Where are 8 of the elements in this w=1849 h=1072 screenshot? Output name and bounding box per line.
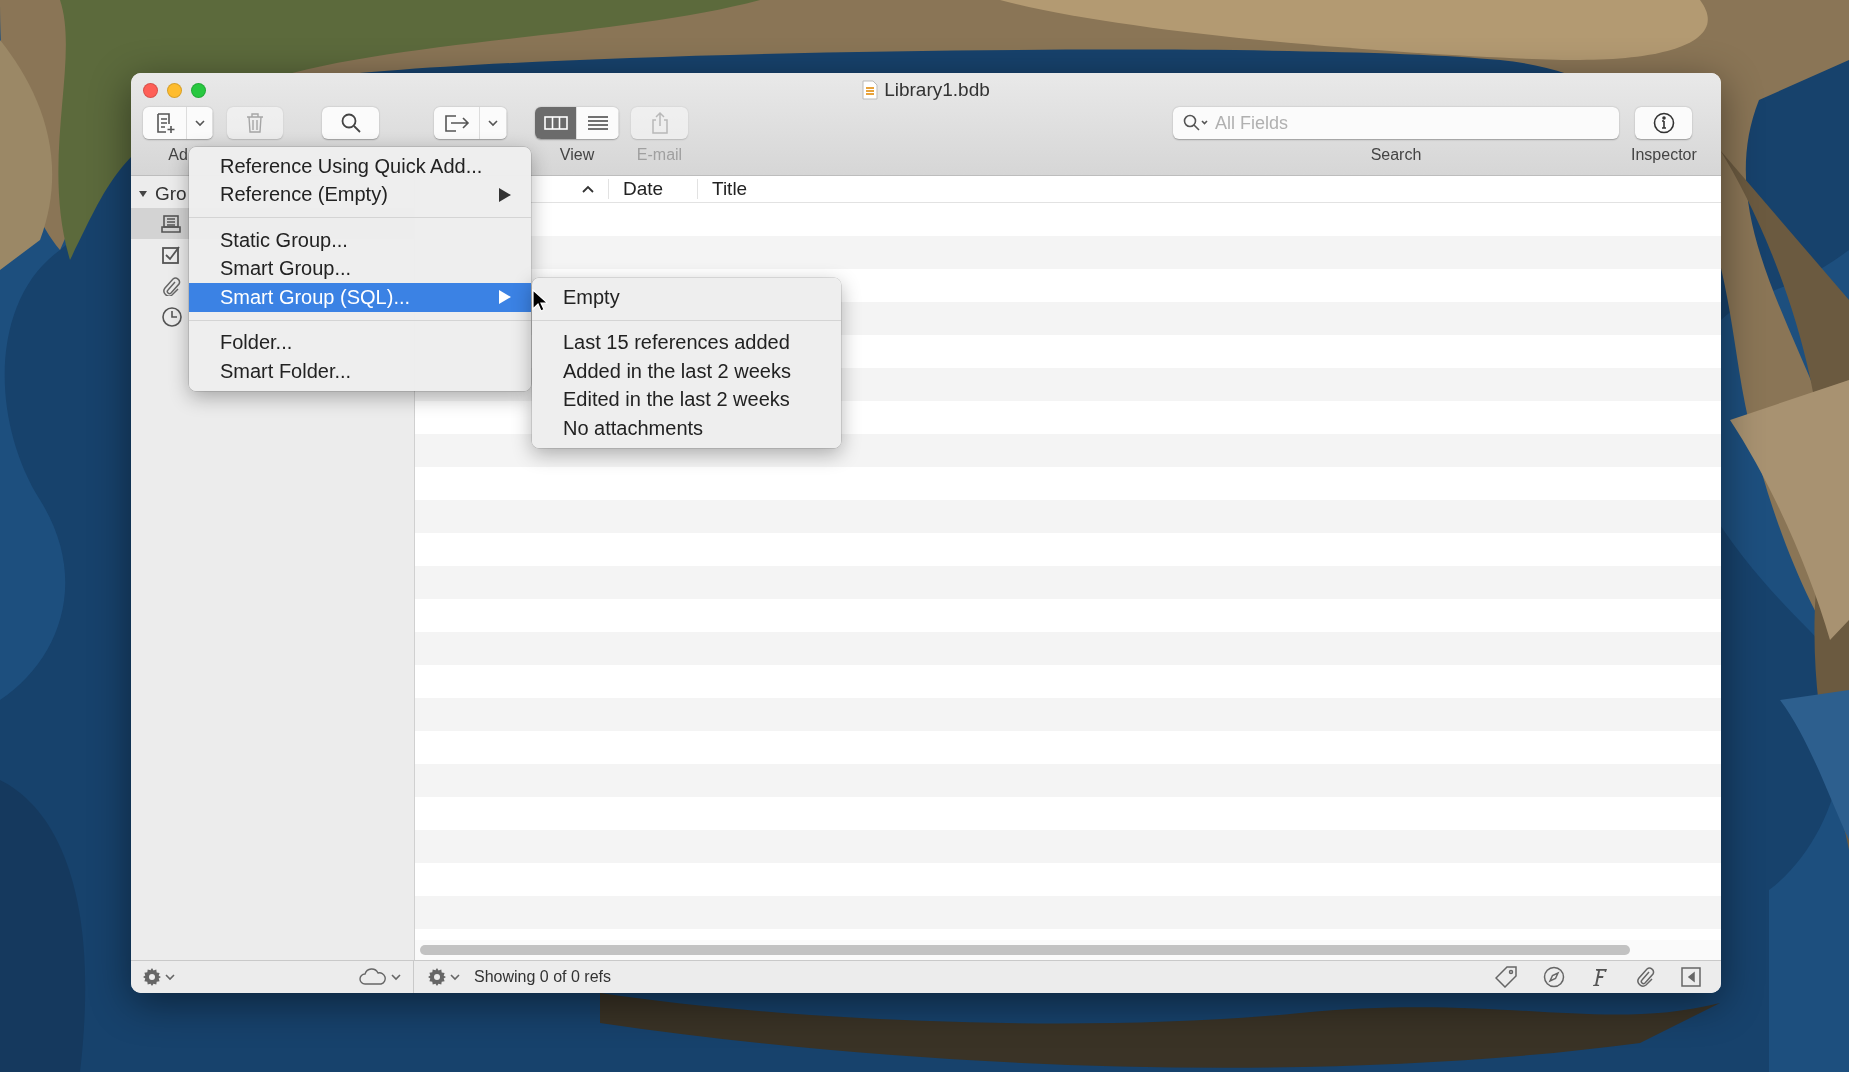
toolbar-label: E-mail [636, 146, 683, 164]
sidebar-header: Gro [155, 183, 187, 205]
toolbar-label: Search [1370, 146, 1422, 164]
window-title: Library1.bdb [884, 79, 990, 101]
toolbar-label: Inspector [1631, 146, 1697, 164]
status-text: Showing 0 of 0 refs [474, 968, 611, 986]
toolbar-label: View [559, 146, 595, 164]
toolbar-label: Ad [168, 146, 188, 164]
